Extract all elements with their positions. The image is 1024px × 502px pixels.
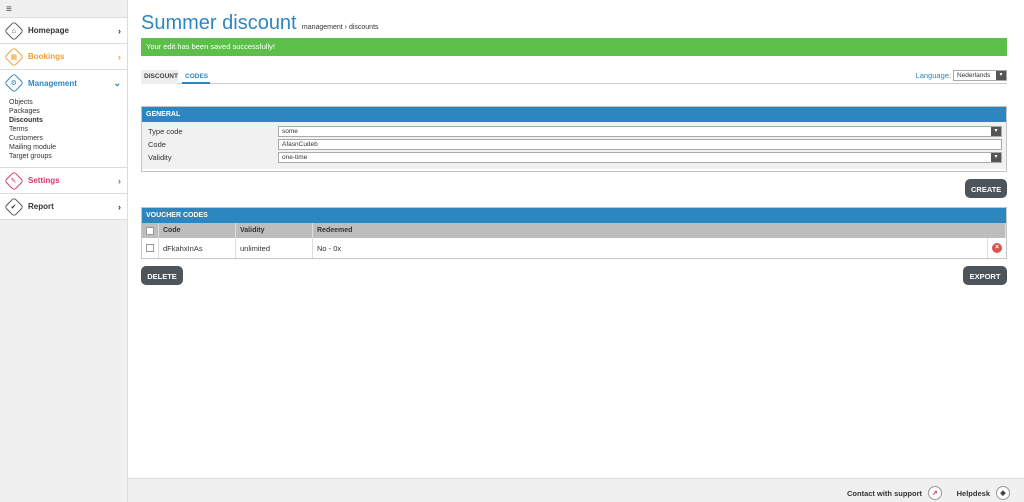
- select-all-checkbox[interactable]: [146, 226, 154, 235]
- chevron-down-icon: ▾: [991, 127, 1001, 136]
- submenu-item-packages[interactable]: Packages: [9, 107, 127, 116]
- home-icon: ⌂: [4, 20, 24, 41]
- sidebar-item-bookings[interactable]: ▦ Bookings ›: [0, 44, 127, 70]
- language-label: Language:: [915, 71, 951, 80]
- row-checkbox[interactable]: [146, 244, 154, 252]
- menu-toggle[interactable]: ≡: [0, 0, 127, 18]
- sidebar: ≡ ⌂ Homepage › ▦ Bookings › ⚙ Management…: [0, 0, 128, 502]
- rocket-icon: ➚: [928, 486, 942, 500]
- table-header: Code Validity Redeemed: [142, 223, 1006, 238]
- panel-title: VOUCHER CODES: [142, 208, 1006, 223]
- column-header-code: Code: [159, 223, 236, 238]
- field-label: Validity: [148, 153, 172, 162]
- voucher-codes-panel: VOUCHER CODES Code Validity Redeemed dFk…: [141, 207, 1007, 259]
- chevron-down-icon: ▾: [991, 153, 1001, 162]
- contact-support-link[interactable]: Contact with support ➚: [847, 486, 942, 500]
- column-header-validity: Validity: [236, 223, 313, 238]
- submenu-item-terms[interactable]: Terms: [9, 125, 127, 134]
- sidebar-item-settings[interactable]: ✎ Settings ›: [0, 168, 127, 194]
- general-panel: GENERAL Type code some ▾ Code AfasnCudeb…: [141, 106, 1007, 172]
- sidebar-item-label: Management: [28, 78, 77, 88]
- form-row-validity: Validity one-time ▾: [148, 152, 1002, 165]
- export-button[interactable]: EXPORT: [963, 266, 1007, 285]
- type-code-value: some: [282, 128, 298, 135]
- chevron-right-icon: ›: [118, 25, 121, 36]
- success-alert: Your edit has been saved successfully!: [141, 38, 1007, 56]
- tab-discount[interactable]: DISCOUNT: [141, 70, 178, 84]
- table-row: dFkahxInAs unlimited No - 0x ×: [142, 238, 1006, 258]
- cell-validity: unlimited: [236, 238, 313, 258]
- field-label: Code: [148, 140, 166, 149]
- helpdesk-icon: ◈: [996, 486, 1010, 500]
- settings-icon: ✎: [4, 170, 24, 191]
- management-icon: ⚙: [4, 73, 24, 93]
- row-delete-cell: ×: [988, 238, 1006, 258]
- form-row-code: Code AfasnCudeb: [148, 139, 1002, 152]
- report-icon: ✔: [4, 196, 24, 217]
- page-title: Summer discount: [141, 12, 297, 34]
- hamburger-icon[interactable]: ≡: [6, 4, 12, 15]
- delete-icon[interactable]: ×: [992, 243, 1002, 253]
- contact-support-label: Contact with support: [847, 488, 922, 498]
- sidebar-item-label: Bookings: [28, 52, 65, 61]
- submenu-item-target-groups[interactable]: Target groups: [9, 152, 127, 161]
- submenu-item-discounts[interactable]: Discounts: [9, 116, 127, 125]
- submenu-item-objects[interactable]: Objects: [9, 98, 127, 107]
- delete-button[interactable]: DELETE: [141, 266, 183, 285]
- row-select-cell: [142, 238, 159, 258]
- footer: Contact with support ➚ Helpdesk ◈: [128, 478, 1024, 502]
- panel-title: GENERAL: [142, 107, 1006, 122]
- validity-select[interactable]: one-time ▾: [278, 152, 1002, 163]
- title-row: Summer discount management › discounts: [141, 12, 379, 35]
- tab-codes[interactable]: CODES: [182, 70, 210, 84]
- code-value: AfasnCudeb: [282, 141, 318, 148]
- create-button[interactable]: CREATE: [965, 179, 1007, 198]
- language-select[interactable]: Nederlands ▾: [953, 70, 1007, 81]
- helpdesk-label: Helpdesk: [956, 488, 990, 498]
- sidebar-item-label: Settings: [28, 176, 60, 185]
- type-code-select[interactable]: some ▾: [278, 126, 1002, 137]
- column-header-redeemed: Redeemed: [313, 223, 1006, 238]
- language-selector: Language: Nederlands ▾: [916, 70, 1007, 81]
- chevron-right-icon: ›: [118, 175, 121, 186]
- submenu-item-mailing-module[interactable]: Mailing module: [9, 143, 127, 152]
- language-value: Nederlands: [957, 72, 991, 79]
- cell-code: dFkahxInAs: [159, 238, 236, 258]
- sidebar-item-label: Report: [28, 202, 54, 211]
- sidebar-item-management[interactable]: ⚙ Management ⌄: [0, 70, 127, 96]
- sidebar-item-label: Homepage: [28, 26, 69, 35]
- general-form: Type code some ▾ Code AfasnCudeb Validit…: [142, 122, 1006, 169]
- chevron-right-icon: ›: [118, 201, 121, 212]
- submenu-item-customers[interactable]: Customers: [9, 134, 127, 143]
- breadcrumb: management › discounts: [301, 24, 379, 31]
- helpdesk-link[interactable]: Helpdesk ◈: [957, 486, 1010, 500]
- chevron-down-icon: ⌄: [113, 77, 121, 88]
- sidebar-item-report[interactable]: ✔ Report ›: [0, 194, 127, 220]
- tab-bar: DISCOUNT CODES: [141, 70, 1007, 84]
- validity-value: one-time: [282, 154, 308, 161]
- sidebar-item-homepage[interactable]: ⌂ Homepage ›: [0, 18, 127, 44]
- calendar-icon: ▦: [4, 46, 24, 67]
- code-input[interactable]: AfasnCudeb: [278, 139, 1002, 150]
- chevron-right-icon: ›: [118, 51, 121, 62]
- select-all-cell: [142, 223, 159, 238]
- field-label: Type code: [148, 127, 183, 136]
- cell-redeemed: No - 0x: [313, 238, 988, 258]
- form-row-type-code: Type code some ▾: [148, 126, 1002, 139]
- chevron-down-icon: ▾: [996, 71, 1006, 80]
- management-submenu: Objects Packages Discounts Terms Custome…: [0, 96, 127, 168]
